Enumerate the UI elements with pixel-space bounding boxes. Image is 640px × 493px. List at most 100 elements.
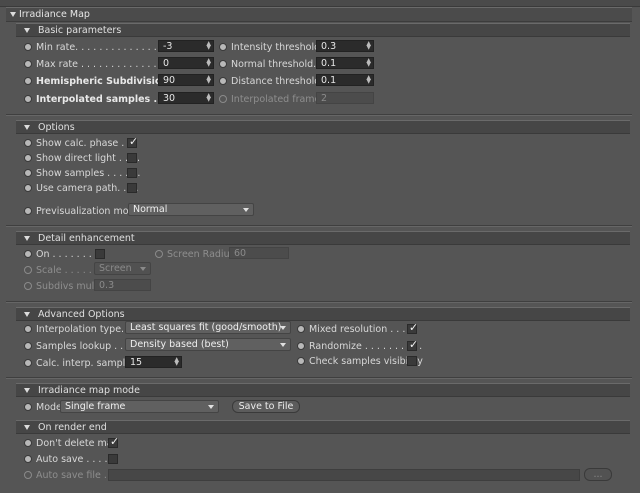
previs-dropdown[interactable]: Normal xyxy=(128,203,254,216)
intensity-row: Intensity threshold xyxy=(219,40,320,54)
anim-dot-icon[interactable] xyxy=(24,60,32,68)
anim-dot-icon[interactable] xyxy=(24,403,32,411)
show-direct-checkbox[interactable] xyxy=(127,153,137,163)
section-advanced-options[interactable]: Advanced Options xyxy=(16,307,630,321)
min-rate-label: Min rate. . . . . . . . . . . . . . . . … xyxy=(36,41,175,53)
browse-label: ... xyxy=(593,469,603,480)
calc-interp-field[interactable]: 15 ▲ ▼ xyxy=(125,356,182,368)
anim-dot-icon[interactable] xyxy=(297,357,305,365)
randomize-checkbox[interactable]: ✓ xyxy=(407,338,419,351)
max-rate-field[interactable]: 0 ▲ ▼ xyxy=(158,57,214,69)
irradiance-map-header[interactable]: Irradiance Map xyxy=(6,7,632,22)
mixed-checkbox[interactable]: ✓ xyxy=(407,321,418,334)
lookup-value: Density based (best) xyxy=(130,339,229,350)
anim-dot-icon[interactable] xyxy=(297,342,305,350)
normal-value: 0.1 xyxy=(321,57,337,69)
lookup-row: Samples lookup . . . . xyxy=(24,339,135,353)
hemi-label: Hemispheric Subdivision xyxy=(36,75,169,87)
normal-field[interactable]: 0.1 ▲ ▼ xyxy=(316,57,374,69)
anim-dot-icon[interactable] xyxy=(24,77,32,85)
spinner-icon[interactable]: ▲ ▼ xyxy=(366,41,371,51)
screen-radius-label: Screen Radius xyxy=(167,248,235,260)
anim-dot-icon[interactable] xyxy=(24,359,32,367)
mode-dropdown[interactable]: Single frame xyxy=(60,400,219,413)
hemi-field[interactable]: 90 ▲ ▼ xyxy=(158,74,214,86)
anim-dot-icon[interactable] xyxy=(24,43,32,51)
chevron-down-icon xyxy=(243,208,249,212)
detail-on-checkbox[interactable] xyxy=(95,249,105,259)
panel-title: Irradiance Map xyxy=(19,9,90,20)
spinner-icon[interactable]: ▲ ▼ xyxy=(366,58,371,68)
section-title: Detail enhancement xyxy=(38,232,135,244)
anim-dot-icon[interactable] xyxy=(219,43,227,51)
auto-save-checkbox[interactable] xyxy=(108,454,118,464)
detail-on-label: On . . . . . . . . . xyxy=(36,248,104,260)
subdivs-label: Subdivs mult. xyxy=(36,280,102,292)
anim-dot-icon[interactable] xyxy=(24,207,32,215)
section-options[interactable]: Options xyxy=(16,120,630,134)
anim-dot-icon[interactable] xyxy=(297,325,305,333)
spinner-icon[interactable]: ▲ ▼ xyxy=(206,41,211,51)
checkmark-icon: ✓ xyxy=(129,135,139,148)
dont-delete-checkbox[interactable]: ✓ xyxy=(108,435,119,448)
spinner-icon[interactable]: ▲ ▼ xyxy=(174,357,179,367)
randomize-label: Randomize . . . . . . . . . . xyxy=(309,340,423,352)
dont-delete-row: Don't delete map xyxy=(24,436,119,450)
save-to-file-label: Save to File xyxy=(238,401,294,412)
distance-field[interactable]: 0.1 ▲ ▼ xyxy=(316,74,374,86)
min-rate-field[interactable]: -3 ▲ ▼ xyxy=(158,40,214,52)
anim-dot-icon[interactable] xyxy=(24,95,32,103)
interp-type-dropdown[interactable]: Least squares fit (good/smooth) xyxy=(125,321,291,334)
calc-interp-label: Calc. interp. samples xyxy=(36,357,137,369)
intensity-field[interactable]: 0.3 ▲ ▼ xyxy=(316,40,374,52)
chevron-down-icon xyxy=(280,326,286,330)
collapse-triangle-icon xyxy=(24,124,30,130)
spinner-icon[interactable]: ▲ ▼ xyxy=(206,93,211,103)
section-on-render-end[interactable]: On render end xyxy=(16,420,630,434)
show-calc-checkbox[interactable]: ✓ xyxy=(127,135,139,148)
divider xyxy=(6,377,632,379)
subdivs-value: 0.3 xyxy=(99,279,115,291)
anim-dot-icon[interactable] xyxy=(24,250,32,258)
anim-dot-icon[interactable] xyxy=(24,139,32,147)
subdivs-field: 0.3 xyxy=(94,279,151,291)
anim-dot-icon[interactable] xyxy=(24,342,32,350)
spinner-icon[interactable]: ▲ ▼ xyxy=(206,75,211,85)
check-vis-checkbox[interactable] xyxy=(407,356,417,366)
spinner-icon[interactable]: ▲ ▼ xyxy=(206,58,211,68)
collapse-triangle-icon xyxy=(24,235,30,241)
divider xyxy=(6,301,632,303)
anim-dot-icon[interactable] xyxy=(24,154,32,162)
anim-dot-icon[interactable] xyxy=(24,455,32,463)
anim-dot-icon[interactable] xyxy=(219,77,227,85)
anim-dot-icon xyxy=(24,266,32,274)
anim-dot-icon[interactable] xyxy=(24,169,32,177)
camera-path-checkbox[interactable] xyxy=(127,183,137,193)
distance-label: Distance threshold xyxy=(231,75,321,87)
checkmark-icon: ✓ xyxy=(409,338,419,351)
anim-dot-icon[interactable] xyxy=(24,325,32,333)
interp-samples-field[interactable]: 30 ▲ ▼ xyxy=(158,92,214,104)
top-strip xyxy=(0,0,640,7)
section-detail-enhancement[interactable]: Detail enhancement xyxy=(16,231,630,245)
section-title: Basic parameters xyxy=(38,24,122,36)
spinner-icon[interactable]: ▲ ▼ xyxy=(366,75,371,85)
section-irradiance-map-mode[interactable]: Irradiance map mode xyxy=(16,383,630,397)
max-rate-row: Max rate . . . . . . . . . . . . . . . . xyxy=(24,57,175,71)
anim-dot-icon[interactable] xyxy=(219,60,227,68)
lookup-dropdown[interactable]: Density based (best) xyxy=(125,338,291,351)
normal-label: Normal threshold. . . xyxy=(231,58,329,70)
auto-save-label: Auto save . . . . . xyxy=(36,453,114,465)
show-samples-checkbox[interactable] xyxy=(127,168,137,178)
hemi-row: Hemispheric Subdivision xyxy=(24,74,168,88)
anim-dot-icon[interactable] xyxy=(24,439,32,447)
anim-dot-icon[interactable] xyxy=(24,184,32,192)
camera-path-row: Use camera path. . . . xyxy=(24,181,138,195)
frames-field: 2 xyxy=(316,92,374,104)
previs-label: Previsualization mode xyxy=(36,205,141,217)
section-basic-parameters[interactable]: Basic parameters xyxy=(16,23,630,37)
save-to-file-button[interactable]: Save to File xyxy=(232,400,300,413)
anim-dot-icon xyxy=(24,471,32,479)
check-vis-row: Check samples visibility xyxy=(297,354,423,368)
scale-dropdown: Screen xyxy=(94,262,151,275)
